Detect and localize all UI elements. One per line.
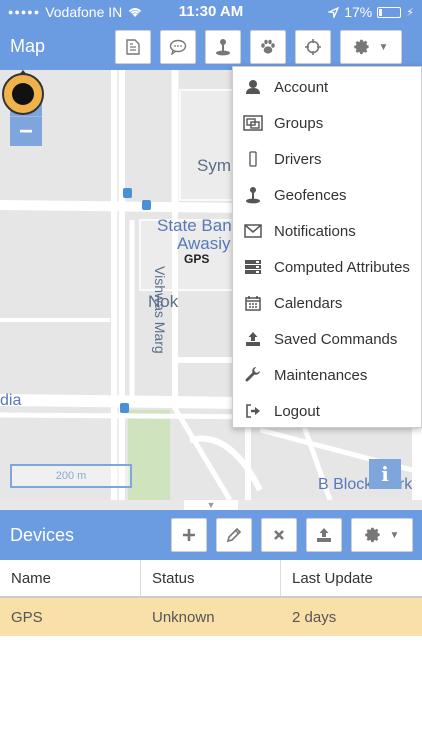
menu-item-drivers[interactable]: Drivers <box>233 141 421 177</box>
app-root: ●●●●● Vodafone IN 11:30 AM 17% ⚡ Map ▼ S… <box>0 0 422 750</box>
envelope-icon <box>233 224 273 238</box>
upload-icon <box>233 331 273 347</box>
report-icon <box>126 39 140 55</box>
menu-item-label: Calendars <box>274 294 343 312</box>
battery-percent: 17% <box>344 4 373 20</box>
gear-icon <box>353 39 369 54</box>
add-icon <box>183 529 195 541</box>
send-command-button[interactable] <box>306 518 342 552</box>
menu-item-geofences[interactable]: Geofences <box>233 177 421 213</box>
groups-icon <box>233 115 273 131</box>
follow-button[interactable] <box>250 30 286 64</box>
driver-icon <box>233 151 273 167</box>
menu-item-notifications[interactable]: Notifications <box>233 213 421 249</box>
gear-icon <box>364 527 380 542</box>
column-header-name[interactable]: Name <box>0 560 141 596</box>
menu-item-label: Saved Commands <box>274 330 398 348</box>
map-label-dia: dia <box>0 392 22 409</box>
report-button[interactable] <box>115 30 151 64</box>
chat-icon <box>169 39 187 55</box>
device-name-cell: GPS <box>11 608 43 626</box>
menu-item-logout[interactable]: Logout <box>233 393 421 429</box>
menu-item-calendars[interactable]: Calendars <box>233 285 421 321</box>
logout-icon <box>233 403 273 419</box>
map-header: Map ▼ <box>0 24 422 70</box>
remove-icon <box>274 530 284 540</box>
menu-item-label: Notifications <box>274 222 356 240</box>
menu-item-label: Groups <box>274 114 324 132</box>
edit-icon <box>226 527 242 543</box>
menu-item-computed-attributes[interactable]: Computed Attributes <box>233 249 421 285</box>
geofence-icon <box>216 39 230 56</box>
events-button[interactable] <box>160 30 196 64</box>
device-marker-icon[interactable] <box>0 70 46 116</box>
device-settings-dropdown-button[interactable]: ▼ <box>351 518 413 552</box>
scale-bar: 200 m <box>10 464 132 488</box>
add-device-button[interactable] <box>171 518 207 552</box>
geofence-icon <box>233 186 273 204</box>
server-icon <box>233 259 273 275</box>
battery-fill <box>379 8 383 16</box>
column-header-status[interactable]: Status <box>141 560 281 596</box>
geofences-button[interactable] <box>205 30 241 64</box>
devices-header: Devices ▼ <box>0 510 422 560</box>
status-right: 17% ⚡ <box>328 4 414 20</box>
user-icon <box>233 79 273 95</box>
table-header-row: Name Status Last Update <box>0 560 422 598</box>
upload-icon <box>317 528 331 542</box>
status-bar: ●●●●● Vodafone IN 11:30 AM 17% ⚡ <box>0 0 422 24</box>
crosshair-icon <box>305 39 321 55</box>
chevron-down-icon: ▼ <box>389 529 400 541</box>
menu-item-label: Account <box>274 78 329 96</box>
table-row[interactable]: GPS Unknown 2 days <box>0 598 422 636</box>
map-label-vishwas-marg: Vishwas Marg <box>152 266 168 354</box>
devices-title: Devices <box>10 525 75 545</box>
device-status-cell: Unknown <box>152 608 215 626</box>
splitter-handle-icon[interactable]: ▼ <box>184 500 238 510</box>
zoom-out-button[interactable]: − <box>10 116 42 146</box>
edit-device-button[interactable] <box>216 518 252 552</box>
settings-menu: Account Groups Drivers Geofences Notific… <box>232 66 422 428</box>
menu-item-label: Logout <box>274 402 320 420</box>
menu-item-groups[interactable]: Groups <box>233 105 421 141</box>
settings-dropdown-button[interactable]: ▼ <box>340 30 402 64</box>
marker-label: GPS <box>184 252 210 266</box>
remove-device-button[interactable] <box>261 518 297 552</box>
menu-item-label: Drivers <box>274 150 322 168</box>
battery-icon <box>377 6 402 18</box>
devices-table: Name Status Last Update GPS Unknown 2 da… <box>0 560 422 636</box>
menu-item-label: Geofences <box>274 186 347 204</box>
column-header-last-update[interactable]: Last Update <box>281 560 422 596</box>
location-arrow-icon <box>328 6 340 18</box>
map-label-state-bank: State Bank <box>157 216 241 235</box>
wrench-icon <box>233 367 273 383</box>
charging-icon: ⚡ <box>406 6 414 19</box>
menu-item-account[interactable]: Account <box>233 69 421 105</box>
paw-icon <box>261 39 275 54</box>
calendar-icon <box>233 295 273 311</box>
menu-item-label: Maintenances <box>274 366 368 384</box>
map-label-sym: Sym <box>197 156 231 175</box>
center-button[interactable] <box>295 30 331 64</box>
menu-item-saved-commands[interactable]: Saved Commands <box>233 321 421 357</box>
device-last-update-cell: 2 days <box>292 608 337 626</box>
info-button[interactable]: i <box>369 459 401 489</box>
map-title: Map <box>10 36 46 56</box>
chevron-down-icon: ▼ <box>378 41 389 53</box>
menu-item-maintenances[interactable]: Maintenances <box>233 357 421 393</box>
map-label-awasiy: Awasiy <box>177 234 231 253</box>
menu-item-label: Computed Attributes <box>274 258 410 276</box>
